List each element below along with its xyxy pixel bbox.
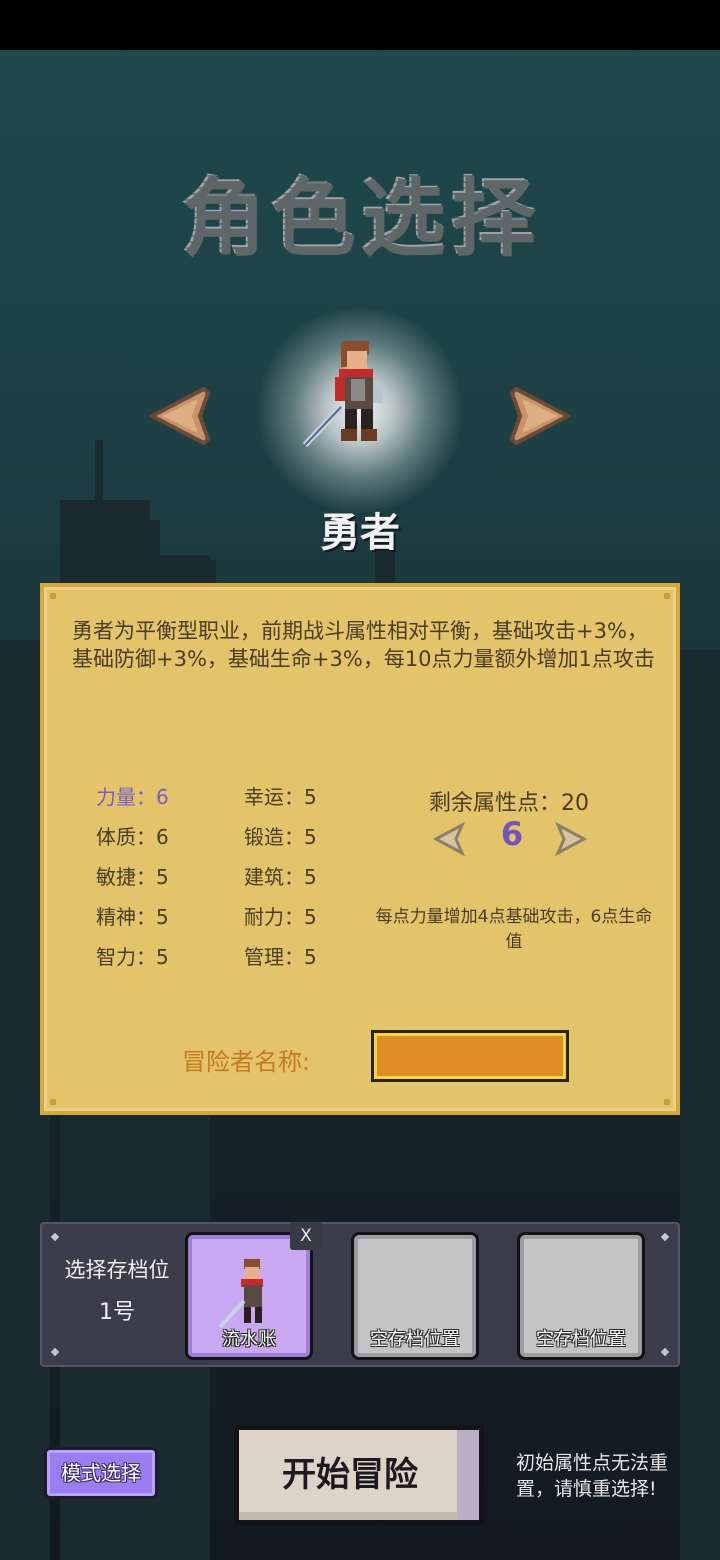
mode-select-button[interactable]: 模式选择 [44,1447,158,1499]
hero-character-sprite [302,341,383,448]
allocated-point-value: 6 [500,815,524,853]
page-title: 角色选择 [0,150,720,271]
adventurer-name-input[interactable] [371,1030,569,1082]
start-adventure-button[interactable]: 开始冒险 [234,1425,484,1525]
save-slot-1[interactable]: 流水账 [185,1232,313,1360]
previous-character-arrow-icon[interactable] [148,385,212,447]
stat-forging[interactable]: 锻造：5 [244,821,317,850]
stat-endurance[interactable]: 耐力：5 [244,901,317,930]
stat-management[interactable]: 管理：5 [244,941,317,970]
save-slot-3-caption: 空存档位置 [536,1329,626,1350]
save-slot-number: 1号 [99,1300,135,1325]
decrease-point-icon[interactable] [432,821,468,857]
save-slot-3[interactable]: 空存档位置 [517,1232,645,1360]
class-description: 勇者为平衡型职业，前期战斗属性相对平衡，基础攻击+3%，基础防御+3%，基础生命… [72,619,655,671]
stat-spirit[interactable]: 精神：5 [96,901,169,930]
stat-luck[interactable]: 幸运：5 [244,781,317,810]
reset-warning-text: 初始属性点无法重置，请慎重选择! [516,1452,669,1500]
stat-intelligence[interactable]: 智力：5 [96,941,169,970]
stat-strength[interactable]: 力量：6 [96,781,169,810]
attribute-hint: 每点力量增加4点基础攻击，6点生命值 [375,907,653,952]
save-slot-1-caption: 流水账 [222,1329,276,1350]
save-slot-label: 选择存档位 [64,1258,170,1282]
stat-building[interactable]: 建筑：5 [244,861,317,890]
save-slot-2[interactable]: 空存档位置 [351,1232,479,1360]
remaining-points: 剩余属性点：20 [429,791,589,816]
hero-thumbnail-sprite [218,1259,263,1329]
next-character-arrow-icon[interactable] [508,385,572,447]
adventurer-name-label: 冒险者名称: [182,1048,311,1076]
stat-agility[interactable]: 敏捷：5 [96,861,169,890]
stat-constitution[interactable]: 体质：6 [96,821,169,850]
save-slot-bar: 选择存档位 1号 流水账 空存档位置 空存档位置 [40,1222,680,1367]
character-info-panel: 勇者为平衡型职业，前期战斗属性相对平衡，基础攻击+3%，基础防御+3%，基础生命… [40,583,680,1115]
save-slot-2-caption: 空存档位置 [370,1329,460,1350]
delete-save-close-icon[interactable]: X [290,1222,322,1250]
character-name: 勇者 [320,510,400,556]
increase-point-icon[interactable] [552,821,588,857]
